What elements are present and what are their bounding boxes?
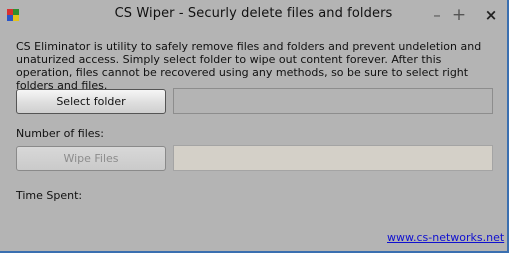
title-bar[interactable]: CS Wiper - Securly delete files and fold… bbox=[0, 0, 507, 30]
maximize-icon[interactable]: + bbox=[450, 6, 468, 24]
close-icon[interactable]: × bbox=[482, 6, 500, 24]
wipe-progress-bar bbox=[173, 145, 493, 171]
folder-path-field[interactable] bbox=[173, 88, 493, 114]
time-spent-label: Time Spent: bbox=[16, 189, 83, 202]
wipe-files-button[interactable]: Wipe Files bbox=[16, 146, 166, 171]
minimize-icon[interactable]: – bbox=[428, 6, 446, 24]
description-text: CS Eliminator is utility to safely remov… bbox=[16, 40, 482, 92]
website-link[interactable]: www.cs-networks.net bbox=[387, 231, 504, 244]
select-folder-button[interactable]: Select folder bbox=[16, 89, 166, 114]
number-of-files-label: Number of files: bbox=[16, 127, 104, 140]
app-window: CS Wiper - Securly delete files and fold… bbox=[0, 0, 509, 253]
